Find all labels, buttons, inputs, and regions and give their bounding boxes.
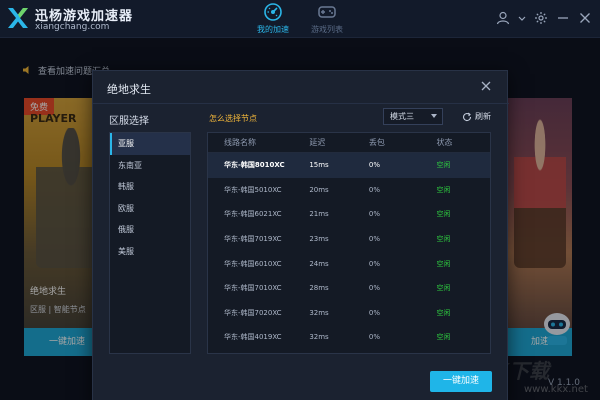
packet-loss-cell: 0% — [368, 161, 381, 170]
mode-select[interactable]: 模式三 — [383, 108, 443, 125]
tab-label: 我的加速 — [257, 25, 289, 34]
region-item[interactable]: 东南亚 — [110, 155, 190, 177]
refresh-label: 刷新 — [475, 112, 491, 121]
gear-icon[interactable] — [534, 11, 548, 25]
line-name-cell: 华东-韩国8010XC — [224, 161, 285, 170]
logo-icon — [8, 8, 28, 28]
status-cell: 空闲 — [436, 333, 451, 342]
latency-cell: 32ms — [309, 333, 329, 342]
dialog-title: 绝地求生 — [107, 83, 151, 96]
line-name-cell: 华东-韩国5010XC — [224, 185, 282, 194]
app-header: 迅杨游戏加速器 xiangchang.com 我的加速 游戏列表 — [0, 0, 600, 38]
table-row[interactable]: 华东-韩国6021XC 21ms 0% 空闲 — [208, 202, 490, 227]
region-item[interactable]: 韩服 — [110, 176, 190, 198]
line-name-cell: 华东-韩国4019XC — [224, 333, 282, 342]
node-table-body: 华东-韩国8010XC 15ms 0% 空闲 华东-韩国5010XC 20ms 0% 空闲 华东… — [208, 153, 490, 350]
refresh-icon — [463, 112, 472, 121]
tab-label: 游戏列表 — [311, 25, 343, 34]
packet-loss-cell: 0% — [368, 259, 381, 268]
mode-select-value: 模式三 — [390, 112, 414, 121]
region-section-title: 区服选择 — [109, 116, 149, 127]
header-packet-loss: 丢包 — [368, 138, 385, 147]
refresh-button[interactable]: 刷新 — [462, 111, 491, 122]
region-item[interactable]: 亚服 — [110, 133, 190, 155]
table-row[interactable]: 华东-韩国7020XC 32ms 0% 空闲 — [208, 301, 490, 326]
region-list: 亚服 东南亚 韩服 欧服 俄服 美服 — [109, 132, 191, 354]
packet-loss-cell: 0% — [368, 235, 381, 244]
close-icon[interactable] — [578, 11, 592, 25]
status-cell: 空闲 — [436, 284, 451, 293]
packet-loss-cell: 0% — [368, 308, 381, 317]
how-to-choose-link[interactable]: 怎么选择节点 — [209, 113, 257, 124]
packet-loss-cell: 0% — [368, 333, 381, 342]
latency-cell: 28ms — [309, 284, 329, 293]
table-row[interactable]: 华东-韩国7010XC 28ms 0% 空闲 — [208, 276, 490, 301]
line-name-cell: 华东-韩国7020XC — [224, 308, 282, 317]
status-cell: 空闲 — [436, 308, 451, 317]
header-line-name: 线路名称 — [224, 138, 256, 147]
accelerate-button[interactable]: 一键加速 — [430, 371, 492, 392]
line-name-cell: 华东-韩国6021XC — [224, 210, 282, 219]
latency-cell: 24ms — [309, 259, 329, 268]
app-site: xiangchang.com — [35, 22, 110, 32]
header-latency: 延迟 — [309, 138, 326, 147]
latency-cell: 23ms — [309, 235, 329, 244]
header-status: 状态 — [436, 138, 453, 147]
minimize-icon[interactable] — [556, 11, 570, 25]
table-row[interactable]: 华东-韩国5010XC 20ms 0% 空闲 — [208, 178, 490, 203]
chevron-down-icon — [431, 114, 437, 118]
latency-cell: 20ms — [309, 185, 329, 194]
packet-loss-cell: 0% — [368, 210, 381, 219]
table-row[interactable]: 华东-韩国4019XC 32ms 0% 空闲 — [208, 325, 490, 350]
region-item[interactable]: 欧服 — [110, 198, 190, 220]
region-item[interactable]: 俄服 — [110, 219, 190, 241]
gamepad-icon — [318, 6, 336, 18]
region-item[interactable]: 美服 — [110, 241, 190, 263]
line-name-cell: 华东-韩国7019XC — [224, 235, 282, 244]
window-controls — [496, 10, 592, 26]
close-icon[interactable] — [479, 79, 493, 93]
chevron-down-icon[interactable] — [518, 11, 526, 25]
line-name-cell: 华东-韩国6010XC — [224, 259, 282, 268]
line-name-cell: 华东-韩国7010XC — [224, 284, 282, 293]
user-icon[interactable] — [496, 11, 510, 25]
tab-game-list[interactable]: 游戏列表 — [302, 2, 352, 36]
packet-loss-cell: 0% — [368, 284, 381, 293]
latency-cell: 32ms — [309, 308, 329, 317]
node-select-dialog: 绝地求生 区服选择 怎么选择节点 模式三 刷新 亚服 东南亚 韩服 欧服 俄服 … — [92, 70, 509, 400]
node-table-header: 线路名称 延迟 丢包 状态 — [208, 133, 490, 153]
status-cell: 空闲 — [436, 259, 451, 268]
divider — [93, 103, 509, 104]
node-table: 线路名称 延迟 丢包 状态 华东-韩国8010XC 15ms 0% 空闲 华东-韩国50… — [207, 132, 491, 354]
status-cell: 空闲 — [436, 161, 451, 170]
latency-cell: 15ms — [309, 161, 329, 170]
status-cell: 空闲 — [436, 210, 451, 219]
table-row[interactable]: 华东-韩国8010XC 15ms 0% 空闲 — [208, 153, 490, 178]
modal-overlay: 绝地求生 区服选择 怎么选择节点 模式三 刷新 亚服 东南亚 韩服 欧服 俄服 … — [0, 38, 600, 400]
status-cell: 空闲 — [436, 235, 451, 244]
table-row[interactable]: 华东-韩国7019XC 23ms 0% 空闲 — [208, 227, 490, 252]
speed-icon — [264, 3, 282, 21]
latency-cell: 21ms — [309, 210, 329, 219]
tab-my-accelerate[interactable]: 我的加速 — [248, 2, 298, 36]
status-cell: 空闲 — [436, 185, 451, 194]
packet-loss-cell: 0% — [368, 185, 381, 194]
table-row[interactable]: 华东-韩国6010XC 24ms 0% 空闲 — [208, 251, 490, 276]
